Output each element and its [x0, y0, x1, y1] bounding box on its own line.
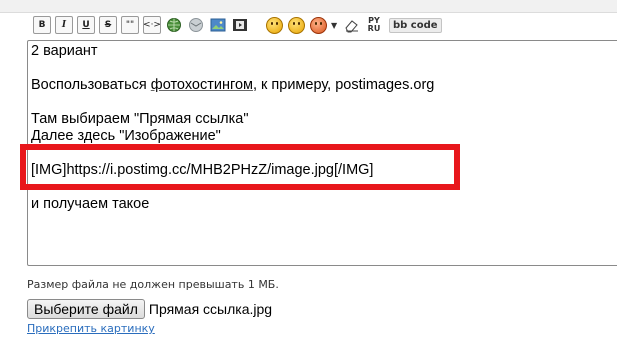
highlight-box	[20, 144, 460, 190]
insert-link-button[interactable]	[165, 16, 183, 34]
editor-line-text: Воспользоваться	[31, 77, 151, 93]
attach-image-link[interactable]: Прикрепить картинку	[27, 322, 155, 335]
misspelled-word: фотохостингом	[150, 77, 253, 93]
translit-button[interactable]: PY RU	[365, 17, 383, 33]
insert-video-button[interactable]	[231, 16, 249, 34]
smiley-button-3[interactable]	[309, 16, 327, 34]
editor-line: Там выбираем "Прямая ссылка"	[31, 111, 249, 127]
eraser-button[interactable]	[343, 16, 361, 34]
bbcode-toggle-button[interactable]: bb code	[389, 17, 442, 33]
more-smileys-chevron-down-icon[interactable]: ▼	[331, 21, 339, 30]
email-icon	[189, 18, 203, 32]
bold-button[interactable]: B	[33, 16, 51, 34]
page-top-strip	[0, 0, 617, 13]
link-globe-icon	[167, 18, 181, 32]
smiley-button-1[interactable]	[265, 16, 283, 34]
file-size-note: Размер файла не должен превышать 1 МБ.	[27, 278, 279, 291]
formatting-toolbar: B I U S "" <·> ▼ PY RU bb code	[33, 14, 442, 36]
file-picker: Выберите файл Прямая ссылка.jpg	[27, 299, 272, 319]
smiley-angry-icon	[309, 16, 327, 34]
film-icon	[233, 19, 247, 31]
editor-line-tail: , к примеру, postimages.org	[252, 77, 435, 93]
editor-line: 2 вариант	[31, 43, 98, 59]
italic-button[interactable]: I	[55, 16, 73, 34]
smiley-button-2[interactable]	[287, 16, 305, 34]
editor-line: и получаем такое	[31, 196, 150, 212]
code-button[interactable]: <·>	[143, 16, 161, 34]
editor-line: Воспользоваться фотохостингом, к примеру…	[31, 77, 617, 94]
quote-button[interactable]: ""	[121, 16, 139, 34]
insert-email-button[interactable]	[187, 16, 205, 34]
image-icon	[210, 18, 226, 32]
smiley-icon	[265, 16, 283, 34]
editor-line: Далее здесь "Изображение"	[31, 128, 221, 144]
eraser-icon	[345, 20, 358, 33]
smiley-wink-icon	[287, 16, 305, 34]
chosen-file-name: Прямая ссылка.jpg	[148, 301, 273, 317]
insert-image-button[interactable]	[209, 16, 227, 34]
choose-file-button[interactable]: Выберите файл	[27, 299, 145, 319]
underline-button[interactable]: U	[77, 16, 95, 34]
strikethrough-button[interactable]: S	[99, 16, 117, 34]
